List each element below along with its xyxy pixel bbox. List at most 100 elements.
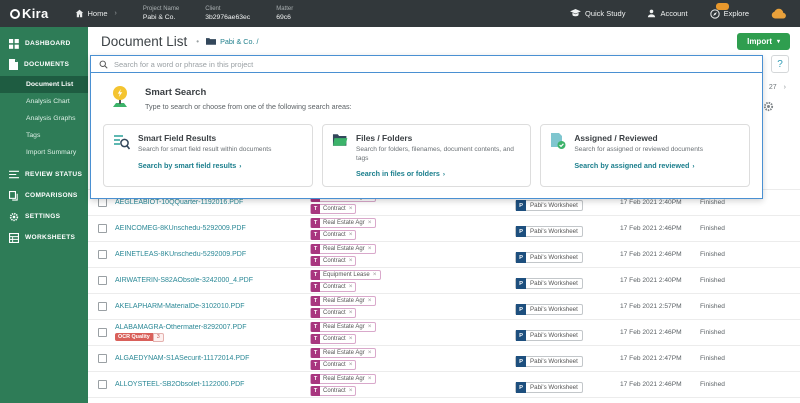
account-link[interactable]: Account (647, 9, 687, 18)
card-assigned-reviewed[interactable]: Assigned / Reviewed Search for assigned … (540, 124, 750, 187)
sidebar-label-review-status: REVIEW STATUS (25, 171, 82, 178)
document-link[interactable]: ALABAMAGRA-Othermater-8292007.PDF (115, 324, 310, 331)
comparisons-icon (9, 191, 19, 201)
tag-remove-icon[interactable]: × (349, 283, 356, 290)
document-link[interactable]: AEINCOMEG-8KUnschedu-5292009.PDF (115, 225, 310, 232)
search-bar (91, 56, 762, 73)
tag-remove-icon[interactable]: × (349, 231, 356, 238)
worksheet-badge[interactable]: PPabi's Worksheet (515, 330, 583, 341)
tag-remove-icon[interactable]: × (373, 271, 380, 278)
column-settings-button[interactable] (763, 99, 774, 117)
import-button[interactable]: Import ▾ (737, 33, 790, 50)
document-link[interactable]: ALGAEDYNAM-S1ASecurit-11172014.PDF (115, 355, 310, 362)
sidebar-item-dashboard[interactable]: DASHBOARD (0, 33, 88, 54)
tag-remove-icon[interactable]: × (349, 387, 356, 394)
document-link[interactable]: ALLOYSTEEL-SB2Obsolet-1122000.PDF (115, 381, 310, 388)
row-checkbox[interactable] (98, 354, 107, 363)
worksheet-label: Pabi's Worksheet (526, 384, 582, 391)
date-cell: 17 Feb 2021 2:57PM (620, 303, 700, 310)
search-by-smart-field-link[interactable]: Search by smart field results› (138, 161, 271, 170)
worksheet-cell: PPabi's Worksheet (515, 220, 620, 238)
tag-remove-icon[interactable]: × (349, 335, 356, 342)
row-checkbox[interactable] (98, 250, 107, 259)
card-smart-field-results[interactable]: Smart Field Results Search for smart fie… (103, 124, 313, 187)
document-link[interactable]: AIRWATERIN-S82AObsole-3242000_4.PDF (115, 277, 310, 284)
breadcrumb[interactable]: Pabi & Co. / (206, 37, 258, 46)
row-checkbox[interactable] (98, 302, 107, 311)
row-checkbox[interactable] (98, 224, 107, 233)
sidebar-item-worksheets[interactable]: WORKSHEETS (0, 227, 88, 248)
sidebar-item-documents[interactable]: DOCUMENTS (0, 54, 88, 75)
tag-remove-icon[interactable]: × (368, 323, 375, 330)
matter-label: Matter (276, 5, 293, 13)
tag-type-icon: T (311, 296, 320, 306)
document-name-cell: AKELAPHARM-MaterialDe-3102010.PDF (115, 303, 310, 310)
project-meta: Project Name Pabi & Co. Client 3b2976ae6… (143, 5, 293, 22)
sidebar-subitem-analysis-chart[interactable]: Analysis Chart (0, 93, 88, 110)
card-description: Search for assigned or reviewed document… (574, 146, 703, 155)
worksheet-badge[interactable]: PPabi's Worksheet (515, 356, 583, 367)
document-link[interactable]: AEINETLEAS-8KUnschedu-5292009.PDF (115, 251, 310, 258)
document-link[interactable]: AEGLEABIOT-10QQuarter-1192016.PDF (115, 199, 310, 206)
settings-gear-icon (9, 212, 19, 222)
tag-remove-icon[interactable]: × (349, 361, 356, 368)
worksheet-badge[interactable]: PPabi's Worksheet (515, 382, 583, 393)
sidebar-subitem-document-list[interactable]: Document List (0, 76, 88, 93)
sidebar-subitem-import-summary[interactable]: Import Summary (0, 144, 88, 161)
tag-remove-icon[interactable]: × (368, 219, 375, 226)
explore-link[interactable]: Explore (710, 9, 749, 19)
help-button[interactable]: ? (771, 55, 789, 73)
row-checkbox[interactable] (98, 380, 107, 389)
sidebar-item-settings[interactable]: SETTINGS (0, 206, 88, 227)
worksheet-badge[interactable]: PPabi's Worksheet (515, 304, 583, 315)
documents-file-icon (9, 59, 18, 70)
worksheet-badge[interactable]: PPabi's Worksheet (515, 252, 583, 263)
worksheet-badge[interactable]: PPabi's Worksheet (515, 278, 583, 289)
worksheet-badge[interactable]: PPabi's Worksheet (515, 200, 583, 211)
sidebar-subitem-tags[interactable]: Tags (0, 127, 88, 144)
document-name-cell: ALLOYSTEEL-SB2Obsolet-1122000.PDF (115, 381, 310, 388)
sidebar-label-documents: DOCUMENTS (24, 61, 69, 68)
card-files-folders[interactable]: Files / Folders Search for folders, file… (322, 124, 532, 187)
row-checkbox[interactable] (98, 328, 107, 337)
sidebar-subitem-analysis-graphs[interactable]: Analysis Graphs (0, 110, 88, 127)
tag-label: Real Estate Agr (320, 376, 368, 382)
tags-cell: TReal Estate Agr×TContract× (310, 244, 515, 266)
tag-remove-icon[interactable]: × (368, 375, 375, 382)
quick-study-link[interactable]: Quick Study (570, 9, 625, 18)
tag-remove-icon[interactable]: × (368, 297, 375, 304)
tags-cell: TReal Estate Agr×TContract× (310, 348, 515, 370)
tag-remove-icon[interactable]: × (368, 349, 375, 356)
tag-type-icon: T (311, 308, 320, 318)
sidebar-item-review-status[interactable]: REVIEW STATUS (0, 164, 88, 185)
kira-logo[interactable]: Kira (0, 6, 63, 21)
sidebar: DASHBOARD DOCUMENTS Document List Analys… (0, 27, 88, 403)
worksheet-badge[interactable]: PPabi's Worksheet (515, 226, 583, 237)
account-person-icon (647, 9, 656, 18)
gear-icon (763, 101, 774, 112)
row-checkbox[interactable] (98, 276, 107, 285)
tag-remove-icon[interactable]: × (349, 205, 356, 212)
worksheet-label: Pabi's Worksheet (526, 202, 582, 209)
table-row: AEINETLEAS-8KUnschedu-5292009.PDFTReal E… (88, 242, 800, 268)
search-in-files-link[interactable]: Search in files or folders› (356, 169, 521, 178)
tags-cell: TReal Estate Agr×TContract× (310, 322, 515, 344)
sidebar-item-comparisons[interactable]: COMPARISONS (0, 185, 88, 206)
assigned-reviewed-icon (550, 133, 566, 150)
upload-cloud-button[interactable] (771, 8, 786, 19)
row-checkbox[interactable] (98, 198, 107, 207)
tag-remove-icon[interactable]: × (368, 245, 375, 252)
next-page-icon[interactable]: › (784, 84, 786, 91)
explore-notification-badge (716, 3, 729, 10)
tag-remove-icon[interactable]: × (349, 257, 356, 264)
search-input[interactable] (114, 60, 754, 69)
date-cell: 17 Feb 2021 2:47PM (620, 355, 700, 362)
home-link[interactable]: Home › (75, 9, 117, 18)
status-cell: Finished (700, 303, 770, 310)
search-by-assigned-link[interactable]: Search by assigned and reviewed› (574, 161, 703, 170)
tag-label: Contract (320, 284, 349, 290)
worksheet-type-icon: P (516, 252, 526, 263)
document-link[interactable]: AKELAPHARM-MaterialDe-3102010.PDF (115, 303, 310, 310)
tags-cell: TReal Estate Agr×TContract× (310, 374, 515, 396)
tag-remove-icon[interactable]: × (349, 309, 356, 316)
